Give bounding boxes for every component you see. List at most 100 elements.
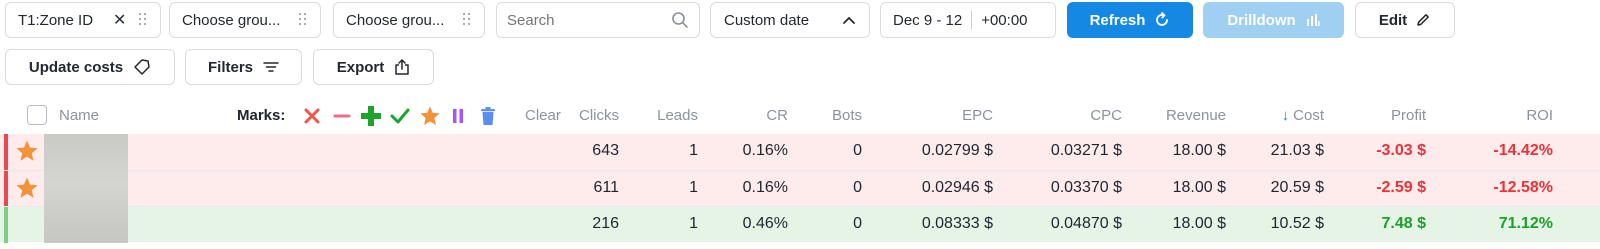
row-status-indicator	[4, 134, 8, 170]
group-by-zone-id-chip[interactable]: T1:Zone ID ✕	[5, 2, 161, 38]
table-row[interactable]: 611 1 0.16% 0 0.02946 $ 0.03370 $ 18.00 $ 20.59…	[0, 170, 1600, 207]
mark-minus-icon[interactable]	[330, 104, 354, 128]
date-range-picker[interactable]: Dec 9 - 12 +00:00	[880, 2, 1056, 38]
cell-epc: 0.02799 $	[921, 142, 993, 159]
filters-button[interactable]: Filters	[185, 49, 302, 85]
refresh-button[interactable]: Refresh	[1067, 2, 1193, 38]
drilldown-button[interactable]: Drilldown	[1203, 2, 1344, 38]
bar-chart-icon	[1306, 14, 1320, 26]
clear-marks-link[interactable]: Clear	[525, 107, 561, 124]
sort-desc-arrow-icon: ↓	[1281, 107, 1290, 124]
pencil-icon	[1417, 14, 1430, 26]
refresh-icon	[1156, 12, 1169, 26]
date-mode-label: Custom date	[724, 11, 810, 29]
chevron-up-icon	[843, 16, 855, 24]
star-mark-icon[interactable]	[15, 139, 39, 163]
cell-leads: 1	[689, 179, 698, 196]
marks-label: Marks:	[237, 107, 286, 124]
cell-bots: 0	[853, 179, 862, 196]
select-all-checkbox[interactable]	[27, 105, 47, 125]
star-mark-icon[interactable]	[15, 176, 39, 200]
filter-icon	[263, 62, 279, 72]
cell-cpc: 0.04870 $	[1050, 215, 1122, 232]
cell-profit: -3.03 $	[1376, 142, 1426, 159]
mark-star-icon[interactable]	[418, 104, 442, 128]
cell-cost: 21.03 $	[1270, 142, 1324, 159]
cell-revenue: 18.00 $	[1172, 215, 1226, 232]
mark-trash-icon[interactable]	[476, 104, 500, 128]
table-header: Name Marks: Clear Clicks Leads CR Bots E…	[0, 98, 1600, 134]
cell-cr: 0.46%	[742, 215, 788, 232]
search-box[interactable]	[496, 2, 700, 38]
column-header-bots[interactable]: Bots	[800, 107, 862, 124]
drilldown-label: Drilldown	[1227, 11, 1296, 29]
cell-roi: 71.12%	[1498, 215, 1553, 232]
export-icon	[395, 59, 409, 75]
column-header-cr[interactable]: CR	[720, 107, 788, 124]
date-mode-select[interactable]: Custom date	[710, 2, 870, 38]
table-row[interactable]: 216 1 0.46% 0 0.08333 $ 0.04870 $ 18.00 $ 10.52…	[0, 206, 1600, 243]
cell-clicks: 643	[592, 142, 619, 159]
cell-cpc: 0.03271 $	[1050, 142, 1122, 159]
close-icon[interactable]: ✕	[113, 10, 126, 30]
cell-profit: -2.59 $	[1376, 179, 1426, 196]
cell-revenue: 18.00 $	[1172, 142, 1226, 159]
cell-cost: 20.59 $	[1270, 179, 1324, 196]
cell-cr: 0.16%	[742, 179, 788, 196]
group-by-select-2-label: Choose grou...	[182, 11, 281, 29]
cell-clicks: 216	[592, 215, 619, 232]
cell-cpc: 0.03370 $	[1050, 179, 1122, 196]
cell-roi: -14.42%	[1493, 142, 1553, 159]
column-header-revenue[interactable]: Revenue	[1140, 107, 1226, 124]
export-label: Export	[336, 58, 385, 76]
column-header-cpc[interactable]: CPC	[1030, 107, 1122, 124]
table-row[interactable]: 643 1 0.16% 0 0.02799 $ 0.03271 $ 18.00 $ 21.03…	[0, 134, 1600, 170]
row-status-indicator	[4, 207, 8, 243]
cell-revenue: 18.00 $	[1172, 179, 1226, 196]
drag-handle-icon[interactable]	[138, 13, 148, 27]
mark-pause-icon[interactable]	[446, 104, 470, 128]
cell-leads: 1	[689, 142, 698, 159]
filters-label: Filters	[207, 58, 253, 76]
group-by-select-2[interactable]: Choose grou...	[169, 2, 321, 38]
mark-check-icon[interactable]	[388, 104, 412, 128]
column-header-cost[interactable]: ↓ Cost	[1268, 107, 1324, 124]
mark-x-icon[interactable]	[300, 104, 324, 128]
cell-cr: 0.16%	[742, 142, 788, 159]
search-input[interactable]	[507, 11, 667, 29]
timezone-label: +00:00	[981, 11, 1028, 29]
cell-bots: 0	[853, 142, 862, 159]
cell-clicks: 611	[593, 179, 619, 196]
column-header-clicks[interactable]: Clicks	[560, 107, 619, 124]
group-by-select-3[interactable]: Choose grou...	[333, 2, 485, 38]
cell-epc: 0.08333 $	[921, 215, 993, 232]
column-header-profit[interactable]: Profit	[1350, 107, 1426, 124]
drag-handle-icon[interactable]	[462, 13, 472, 27]
column-header-cost-label: Cost	[1293, 107, 1324, 124]
cell-cost: 10.52 $	[1270, 215, 1324, 232]
tag-icon	[134, 59, 150, 75]
cell-bots: 0	[853, 215, 862, 232]
mark-plus-icon[interactable]	[359, 104, 383, 128]
edit-button[interactable]: Edit	[1355, 2, 1455, 38]
update-costs-button[interactable]: Update costs	[5, 49, 175, 85]
cell-leads: 1	[689, 215, 698, 232]
update-costs-label: Update costs	[28, 58, 124, 76]
cell-epc: 0.02946 $	[921, 179, 993, 196]
column-header-leads[interactable]: Leads	[630, 107, 698, 124]
export-button[interactable]: Export	[313, 49, 434, 85]
refresh-label: Refresh	[1089, 11, 1146, 29]
cell-profit: 7.48 $	[1381, 215, 1426, 232]
date-range-label: Dec 9 - 12	[893, 11, 963, 29]
group-by-zone-id-label: T1:Zone ID	[18, 11, 94, 29]
drag-handle-icon[interactable]	[298, 13, 308, 27]
search-icon[interactable]	[671, 11, 689, 29]
edit-label: Edit	[1378, 11, 1408, 29]
cell-roi: -12.58%	[1493, 179, 1553, 196]
divider	[971, 11, 973, 29]
column-header-epc[interactable]: EPC	[900, 107, 993, 124]
row-status-indicator	[4, 171, 8, 207]
column-header-name[interactable]: Name	[59, 107, 99, 124]
column-header-roi[interactable]: ROI	[1480, 107, 1553, 124]
zone-name-thumbnail-image	[44, 134, 128, 243]
